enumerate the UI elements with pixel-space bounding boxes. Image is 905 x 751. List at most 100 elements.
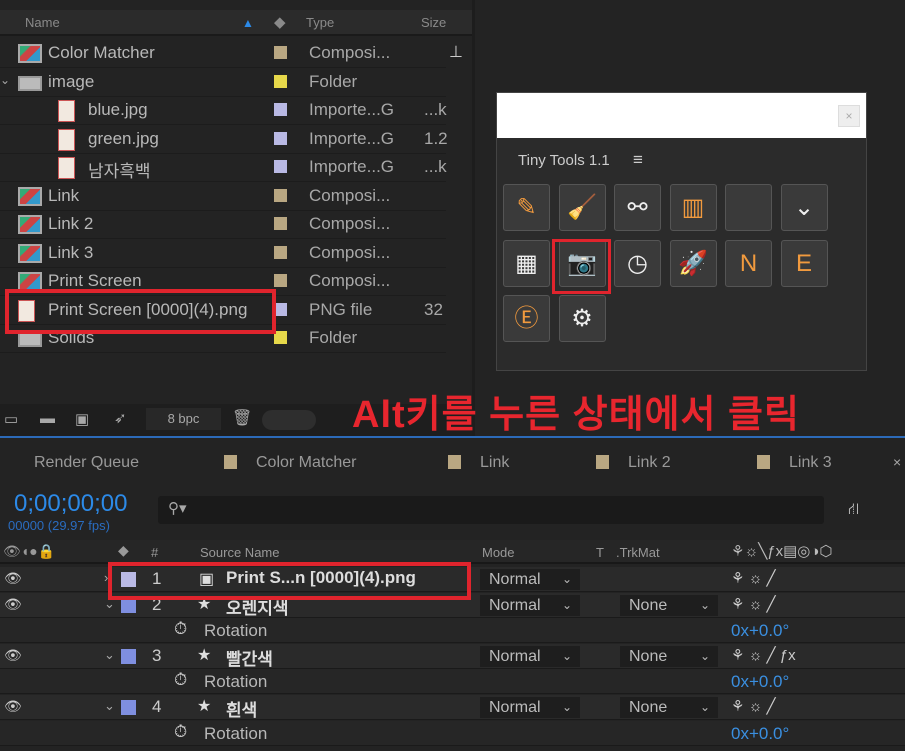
layer-row[interactable]: 👁 ⌄ 4 ★ 흰색 Normal ⌄ None ⌄ ⚘ ☼ ╱: [0, 695, 905, 720]
highlight-box: [5, 289, 276, 334]
history-icon[interactable]: ◷: [614, 239, 661, 287]
property-row[interactable]: ⏱ Rotation 0x+0.0°: [0, 618, 905, 644]
expression-icon[interactable]: E: [780, 239, 828, 287]
project-item[interactable]: 남자흑백 Importe...G ...k: [0, 154, 447, 182]
stopwatch-icon[interactable]: ⏱: [174, 722, 187, 742]
label-color-swatch[interactable]: [274, 103, 287, 116]
item-type: Composi...: [309, 185, 391, 205]
timeline-tab[interactable]: Color Matcher: [256, 454, 356, 472]
trkmat-dropdown[interactable]: None ⌄: [620, 697, 718, 718]
layer-switches[interactable]: ⚘ ☼ ╱ ƒx: [731, 646, 796, 664]
label-color-swatch[interactable]: [274, 46, 287, 59]
item-size: ...k: [424, 100, 447, 119]
stopwatch-icon[interactable]: ⏱: [174, 670, 187, 690]
rocket-icon[interactable]: 🚀: [669, 239, 717, 287]
mode-dropdown[interactable]: Normal ⌄: [480, 645, 580, 667]
trash-icon[interactable]: 🗑: [232, 408, 252, 428]
project-item[interactable]: Link Composi...: [0, 183, 446, 211]
comp-color-swatch: [448, 455, 461, 469]
item-name: 남자흑백: [88, 162, 151, 181]
project-item[interactable]: Link 2 Composi...: [0, 211, 446, 239]
nodes-icon[interactable]: ⚯: [614, 184, 661, 231]
expand-chevron-icon[interactable]: ⌄: [0, 73, 10, 87]
property-row[interactable]: ⏱ Rotation 0x+0.0°: [0, 669, 905, 695]
property-value[interactable]: 0x+0.0°: [731, 621, 789, 641]
close-tab-icon[interactable]: ×: [893, 454, 901, 470]
chevron-down-icon: ⌄: [561, 700, 572, 714]
timeline-tab[interactable]: Link 3: [789, 454, 832, 472]
timeline-tab[interactable]: Render Queue: [34, 454, 139, 472]
calculator-icon[interactable]: ▦: [503, 239, 550, 287]
comp-flowchart-icon[interactable]: ⛙: [848, 500, 859, 520]
new-composition-icon[interactable]: ▣: [75, 410, 89, 428]
panel-menu-icon[interactable]: ≡: [633, 150, 643, 170]
eye-icon[interactable]: 👁: [4, 570, 22, 587]
eye-icon[interactable]: 👁: [4, 596, 22, 613]
label-color-swatch[interactable]: [121, 648, 136, 664]
layer-switches[interactable]: ⚘ ☼ ╱: [731, 595, 776, 613]
source-name-column[interactable]: Source Name: [200, 545, 279, 560]
stopwatch-icon[interactable]: ⏱: [174, 619, 187, 639]
layer-search-input[interactable]: ⚲▾: [158, 496, 824, 524]
rocket-icon[interactable]: ➶: [114, 409, 127, 427]
film-icon[interactable]: ▥: [669, 184, 717, 231]
size-column[interactable]: Size: [421, 15, 446, 30]
check-arrow-icon[interactable]: ⌄: [780, 184, 828, 231]
name-column[interactable]: Name: [25, 15, 60, 30]
annotation-text: Alt키를 누른 상태에서 클릭: [352, 394, 800, 436]
label-color-swatch[interactable]: [274, 274, 287, 287]
trkmat-dropdown[interactable]: None ⌄: [620, 645, 718, 667]
label-color-swatch[interactable]: [274, 217, 287, 230]
interpret-footage-icon[interactable]: ▭: [4, 410, 18, 428]
expand-chevron-icon[interactable]: ⌄: [104, 647, 115, 663]
property-value[interactable]: 0x+0.0°: [731, 672, 789, 692]
label-color-swatch[interactable]: [274, 188, 287, 202]
property-row[interactable]: ⏱ Rotation 0x+0.0°: [0, 720, 905, 746]
project-item[interactable]: green.jpg Importe...G 1.2: [0, 126, 448, 154]
label-color-swatch[interactable]: [274, 245, 287, 259]
project-item[interactable]: Link 3 Composi...: [0, 240, 446, 268]
flowchart-icon[interactable]: ⊥: [449, 42, 463, 62]
project-item[interactable]: Color Matcher Composi...: [0, 40, 446, 68]
expand-chevron-icon[interactable]: ⌄: [104, 698, 115, 714]
label-color-swatch[interactable]: [274, 131, 287, 145]
expression-search-icon[interactable]: Ⓔ: [503, 295, 550, 342]
project-item[interactable]: ⌄ image Folder: [0, 69, 446, 97]
bit-depth-button[interactable]: 8 bpc: [146, 408, 221, 430]
new-folder-icon[interactable]: ▬: [40, 410, 55, 427]
loop-n-icon[interactable]: N: [725, 239, 772, 287]
type-column[interactable]: Type: [306, 15, 334, 30]
project-item[interactable]: blue.jpg Importe...G ...k: [0, 97, 447, 125]
timeline-tab[interactable]: Link: [480, 454, 509, 472]
timecode[interactable]: 0;00;00;00: [14, 490, 127, 518]
mode-dropdown[interactable]: Normal ⌄: [480, 594, 580, 616]
thumbnail-slider[interactable]: [262, 410, 316, 430]
layer-name[interactable]: 흰색: [226, 696, 257, 721]
close-icon[interactable]: ×: [838, 105, 860, 127]
sort-ascending-icon[interactable]: ▲: [242, 16, 254, 30]
layer-switches[interactable]: ⚘ ☼ ╱: [731, 569, 776, 587]
label-color-swatch[interactable]: [274, 160, 287, 173]
mode-dropdown[interactable]: Normal ⌄: [480, 697, 580, 718]
trkmat-dropdown[interactable]: None ⌄: [620, 594, 718, 616]
eye-icon[interactable]: 👁: [4, 698, 22, 715]
settings-icon[interactable]: ⚙: [558, 295, 606, 342]
color-picker-icon[interactable]: ✎: [503, 184, 550, 231]
label-color-swatch[interactable]: [121, 700, 136, 715]
eye-icon[interactable]: 👁: [4, 647, 22, 664]
property-value[interactable]: 0x+0.0°: [731, 724, 789, 744]
composition-icon: [18, 243, 42, 263]
layer-name[interactable]: 빨간색: [226, 645, 273, 670]
timeline-panel: Render Queue Color Matcher Link Link 2 Link …: [0, 436, 905, 751]
broom-icon[interactable]: 🧹: [558, 184, 606, 231]
image-file-icon: [58, 157, 75, 179]
layer-switches[interactable]: ⚘ ☼ ╱: [731, 697, 776, 715]
label-color-swatch[interactable]: [274, 74, 287, 88]
mode-dropdown[interactable]: Normal ⌄: [480, 569, 580, 590]
mode-value: Normal: [489, 647, 541, 665]
item-name: Link: [48, 185, 80, 205]
composition-icon: [18, 44, 42, 63]
layer-row[interactable]: 👁 ⌄ 3 ★ 빨간색 Normal ⌄ None ⌄ ⚘ ☼ ╱ ƒx: [0, 643, 905, 670]
code-icon[interactable]: [725, 184, 772, 231]
timeline-tab[interactable]: Link 2: [628, 454, 671, 472]
